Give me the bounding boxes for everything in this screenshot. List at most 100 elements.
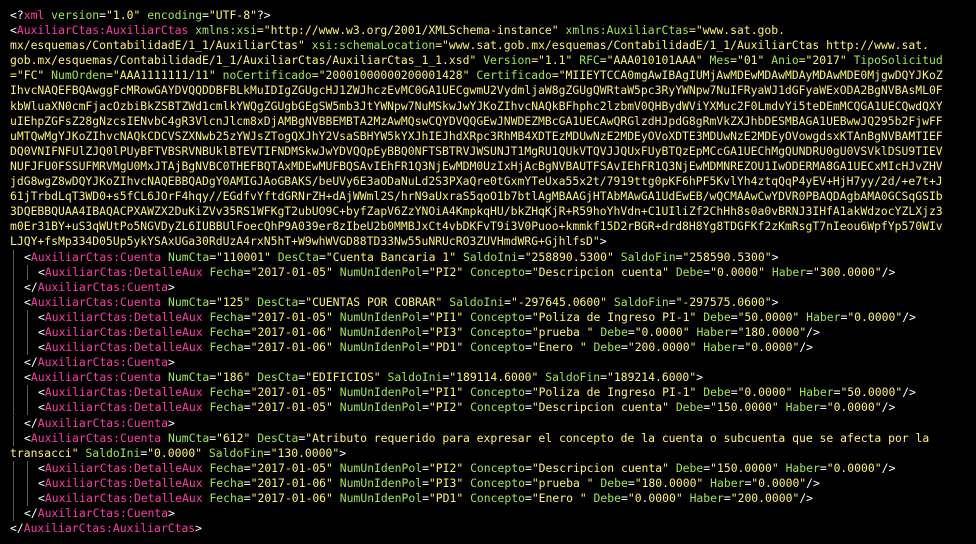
attribute-value: "PI1" [428, 309, 464, 324]
tag-name: AuxiliarCtas:Cuenta [30, 430, 162, 445]
tag-bracket: > [771, 249, 779, 264]
indent-guide [10, 416, 24, 431]
tag-name: AuxiliarCtas:Cuenta [30, 294, 162, 309]
tag-bracket: /> [881, 264, 896, 279]
equals-sign: = [730, 385, 738, 400]
equals-sign: = [524, 491, 532, 505]
attribute-name: Haber [696, 324, 731, 339]
equals-sign: = [627, 475, 635, 490]
attribute-value: "Enero " [531, 491, 587, 505]
equals-sign: = [517, 249, 525, 264]
tag-bracket: < [38, 491, 45, 505]
attribute-name: TipoSolicitud [853, 53, 943, 68]
attribute-name: Concepto [470, 475, 525, 490]
indent-guide [24, 400, 38, 415]
attribute-name: Debe [600, 475, 628, 490]
indent-guide [24, 310, 38, 325]
attribute-name: DesCta [257, 294, 299, 309]
attribute-value: "0.0000" [627, 491, 683, 505]
attribute-value: "0.0000" [826, 460, 882, 475]
attribute-name: Haber [806, 309, 841, 324]
attribute-name: Haber [703, 340, 738, 355]
attribute-name: Debe [675, 400, 704, 415]
root-open-tag-line: kbWluaXN0cmFjacOzbiBkZSBTZWd1cmlkYWQgZGU… [10, 99, 976, 114]
attribute-value: "2017-01-05" [250, 264, 333, 279]
attribute-name: xsi:schemaLocation [311, 38, 436, 53]
attribute-name: Fecha [209, 309, 244, 324]
attribute-value: "2017-01-06" [250, 340, 333, 355]
tag-name: AuxiliarCtas:Cuenta [37, 355, 169, 370]
tag-bracket: /> [799, 491, 814, 505]
attribute-name: Fecha [209, 264, 244, 279]
tag-bracket: /> [902, 385, 916, 400]
detalle-aux-tag: <AuxiliarCtas:DetalleAux Fecha="2017-01-… [10, 461, 976, 476]
indent-guide [10, 325, 24, 340]
equals-sign: = [422, 460, 429, 475]
attribute-value: "0.0000" [737, 385, 793, 400]
attribute-name: NumUnIdenPol [339, 460, 423, 475]
tag-bracket: < [24, 370, 31, 385]
attribute-name: Concepto [470, 324, 525, 339]
equals-sign: = [819, 460, 827, 475]
attribute-name: Fecha [209, 324, 244, 339]
equals-sign: = [524, 340, 532, 355]
attribute-value: "PI2" [428, 264, 464, 279]
equals-sign: = [730, 309, 738, 324]
attribute-name: encoding [147, 8, 203, 22]
tag-bracket: < [38, 324, 45, 339]
attribute-name: Debe [593, 491, 621, 505]
attribute-value: mx/esquemas/ContabilidadE/1_1/AuxiliarCt… [10, 38, 305, 53]
attribute-name: version [51, 8, 100, 22]
indent-guide [10, 250, 24, 265]
attribute-name: RFC [579, 53, 600, 68]
attribute-name: Concepto [470, 264, 525, 279]
attribute-value: uMTQwMgYJKoZIhvcNAQkCDCVSZXNwb25zYWJsZTo… [10, 128, 943, 143]
tag-bracket: < [38, 264, 45, 279]
attribute-value: "Descripcion cuenta" [531, 264, 669, 279]
indent-guide [10, 355, 24, 370]
tag-bracket: > [168, 279, 175, 294]
attribute-value: "1.0" [106, 8, 141, 22]
equals-sign: = [202, 8, 209, 22]
cuenta-close-tag: </AuxiliarCtas:Cuenta> [10, 506, 976, 521]
tag-name: AuxiliarCtas:DetalleAux [44, 475, 203, 490]
indent-guide [10, 295, 24, 310]
tag-bracket: < [38, 400, 45, 415]
attribute-value: "Atributo requerido para expresar el con… [305, 430, 930, 445]
attribute-value: "prueba " [531, 475, 594, 490]
attribute-name: Debe [600, 324, 628, 339]
attribute-name: Haber [785, 460, 820, 475]
attribute-name: NumUnIdenPol [339, 491, 423, 505]
tag-bracket: </ [24, 355, 38, 370]
attribute-value: "110001" [216, 249, 271, 264]
root-close-tag: </AuxiliarCtas:AuxiliarCtas> [10, 521, 976, 536]
equals-sign: = [243, 475, 251, 490]
attribute-name: NumUnIdenPol [339, 340, 423, 355]
attribute-value: "189114.6000" [449, 370, 539, 385]
attribute-value: "2017-01-05" [250, 385, 333, 400]
root-open-tag-line: uMTQwMgYJKoZIhvcNAQkCDCVSZXNwb25zYWJsZTo… [10, 129, 976, 144]
attribute-value: "Cuenta Bancaria 1" [325, 249, 457, 264]
attribute-value: ="AAA010101AAA" [599, 53, 703, 68]
attribute-value: "Poliza de Ingreso PI-1" [531, 309, 697, 324]
tag-name: AuxiliarCtas:Cuenta [30, 370, 162, 385]
tag-bracket: > [195, 521, 203, 536]
attribute-name: DesCta [277, 249, 319, 264]
root-open-tag-line: mx/esquemas/ContabilidadE/1_1/AuxiliarCt… [10, 38, 976, 53]
tag-bracket: </ [10, 521, 24, 536]
tag-name: AuxiliarCtas:DetalleAux [44, 491, 203, 505]
attribute-value: ="www.sat.gob.mx/esquemas/ContabilidadE/… [435, 38, 929, 53]
attribute-value: 3DQEBBQUAA4IBAQACPXAWZX2DuKiZVv35RS1WFKg… [10, 204, 943, 219]
cuenta-close-tag: </AuxiliarCtas:Cuenta> [10, 280, 976, 295]
xml-source-viewer[interactable]: <?xml version="1.0" encoding="UTF-8"?> <A… [0, 0, 976, 544]
attribute-name: SaldoIni [462, 249, 518, 264]
attribute-name: Fecha [209, 340, 244, 355]
attribute-value: "2017-01-05" [250, 460, 333, 475]
attribute-value: "0.0000" [147, 445, 203, 460]
attribute-name: noCertificado [222, 68, 312, 83]
attribute-name: Fecha [209, 475, 244, 490]
indent-guide [24, 476, 38, 491]
tag-bracket: < [38, 385, 45, 400]
root-open-tag-line: 3DQEBBQUAA4IBAQACPXAWZX2DuKiZVv35RS1WFKg… [10, 204, 976, 219]
tag-bracket: > [168, 506, 175, 521]
